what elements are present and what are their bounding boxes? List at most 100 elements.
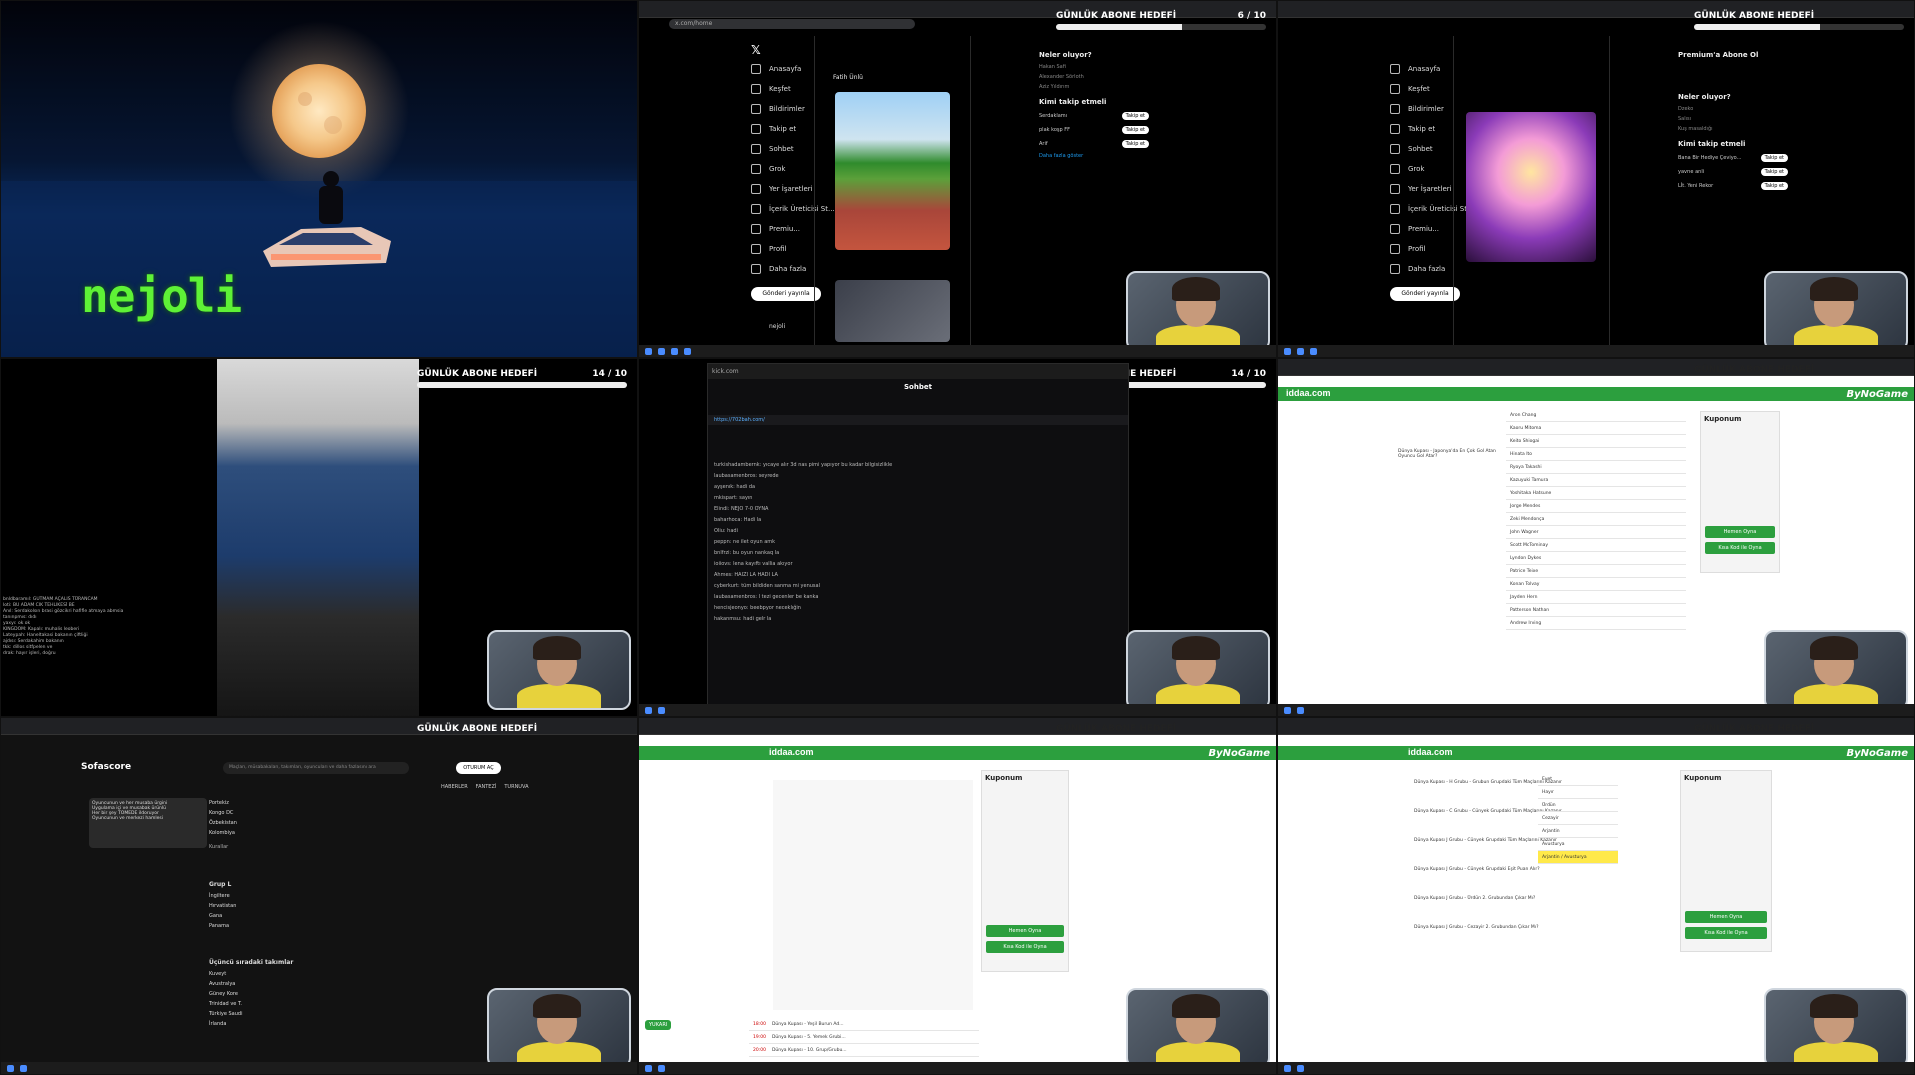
premium-title: Premium'a Abone Ol [1678,51,1759,59]
post-button[interactable]: Gönderi yayınla [751,287,821,301]
sofascore-tabs: HABERLER FANTEZİ TURNUVA [441,784,528,790]
trend-item[interactable]: Salısı [1678,114,1788,124]
chat-icon [1390,144,1400,154]
follow-row: Lİt. Yeni Rekor Takip et [1678,179,1788,193]
iddaa-header [639,746,1276,760]
short-code-button[interactable]: Kısa Kod ile Oyna [1705,542,1775,554]
chat-url[interactable]: kick.com [708,364,1128,379]
trend-item[interactable]: Alexander Sörloth [1039,72,1149,82]
follow-button[interactable]: Takip et [1121,126,1149,134]
sofascore-search[interactable]: Maçları, müsabakaları, takımları, oyuncu… [223,762,409,774]
short-code-button[interactable]: Kısa Kod ile Oyna [986,941,1064,953]
short-code-button[interactable]: Kısa Kod ile Oyna [1685,927,1767,939]
subscriber-goal: GÜNLÜK ABONE HEDEFİ [1056,724,1177,734]
subscriber-goal: GÜNLÜK ABONE HEDEFİ [1694,365,1815,375]
taskbar [639,704,1276,716]
follow-button[interactable]: Takip et [1760,168,1788,176]
match-list: 18:00 Dünya Kupası - Yeşil Burun Ad... 19… [749,1018,979,1057]
tab-tournament[interactable]: TURNUVA [504,784,528,790]
studio-icon [1390,204,1400,214]
coupon-panel: Kuponum Hemen Oyna Kısa Kod ile Oyna [981,770,1069,972]
home-icon [1390,64,1400,74]
subscriber-goal: GÜNLÜK ABONE HEDEFİ 6 / 10 [1056,11,1266,30]
twitter-feed [1453,36,1610,345]
grok-icon [1390,164,1400,174]
coupon-title: Kuponum [1704,415,1742,423]
follow-row: yavrıe anli Takip et [1678,165,1788,179]
login-button[interactable]: OTURUM AÇ [456,762,501,774]
trend-item[interactable]: Hakan Safi [1039,62,1149,72]
subscriber-goal: GÜNLÜK ABONE HEDEFİ [1694,724,1815,734]
browser-url[interactable]: x.com/home [669,19,915,29]
iddaa-logo[interactable]: iddaa.com [1286,388,1331,398]
follow-button[interactable]: Takip et [1760,182,1788,190]
chat-title: Sohbet [904,383,932,391]
bookmark-icon [751,184,761,194]
people-icon [751,124,761,134]
iddaa-header [1278,746,1914,760]
tab-fantasy[interactable]: FANTEZİ [476,784,497,790]
tile-iddaa-list: iddaa.com ByNoGame GÜNLÜK ABONE HEDEFİ 1… [638,717,1277,1075]
sofascore-logo[interactable]: Sofascore [81,762,131,772]
taskbar [1278,1062,1914,1074]
tab-news[interactable]: HABERLER [441,784,468,790]
people-icon [1390,124,1400,134]
webcam-overlay [1126,630,1270,710]
moon [272,64,366,158]
post-image-concert[interactable] [1466,112,1596,262]
bell-icon [1390,104,1400,114]
webcam-overlay [1764,988,1908,1068]
webcam-overlay [1764,271,1908,351]
goal-progress-fill [1056,24,1182,30]
show-more-link[interactable]: Daha fazla göster [1039,151,1149,161]
play-now-button[interactable]: Hemen Oyna [1685,911,1767,923]
post-image-track[interactable] [835,92,950,250]
webcam-overlay [1126,271,1270,351]
home-icon [751,64,761,74]
play-now-button[interactable]: Hemen Oyna [986,925,1064,937]
post-author[interactable]: Fatih Ünlü [815,70,970,81]
goal-label: GÜNLÜK ABONE HEDEFİ [417,369,538,379]
yukari-button[interactable]: YUKARI [645,1020,672,1030]
bell-icon [751,104,761,114]
goal-progress-bar [1056,24,1266,30]
trend-item[interactable]: Aziz Yıldırım [1039,82,1149,92]
x-icon [1390,224,1400,234]
search-icon [751,84,761,94]
play-now-button[interactable]: Hemen Oyna [1705,526,1775,538]
tile-iddaa-groups: iddaa.com ByNoGame GÜNLÜK ABONE HEDEFİ D… [1277,717,1915,1075]
goal-label: GÜNLÜK ABONE HEDEFİ [1056,11,1177,21]
twitter-feed: Fatih Ünlü [814,36,971,345]
post-image-pc[interactable] [835,280,950,342]
twitter-right-column: Premium'a Abone Ol Neler oluyor? Dzeko S… [1678,45,1788,193]
chat-pinned-link[interactable]: https://702bah.com/ [708,415,1128,425]
video-frame[interactable] [217,359,419,716]
x-logo-icon[interactable]: 𝕏 [751,43,761,57]
iddaa-logo[interactable]: iddaa.com [769,747,814,757]
search-icon [1390,84,1400,94]
chat-window: kick.com Sohbet https://702bah.com/ turk… [707,363,1129,710]
follow-row: plak koşp FF Takip et [1039,123,1149,137]
iddaa-match-title: Dünya Kupası - Japonya'da En Çok Gol Ata… [1398,449,1496,459]
post-button[interactable]: Gönderi yayınla [1390,287,1460,301]
trend-item[interactable]: Dzeko [1678,104,1788,114]
taskbar [639,345,1276,357]
profile-nejoli[interactable]: nejoli [769,323,785,330]
coupon-panel: Kuponum Hemen Oyna Kısa Kod ile Oyna [1680,770,1772,952]
taskbar [1278,704,1914,716]
webcam-overlay [487,630,631,710]
x-icon [751,224,761,234]
byno-watermark: ByNoGame [1846,389,1908,400]
tile-twitter-concert: GÜNLÜK ABONE HEDEFİ Anasayfa Keşfet Bild… [1277,0,1915,358]
trend-item[interactable]: Kuş masaldığı [1678,124,1788,134]
follow-button[interactable]: Takip et [1121,140,1149,148]
who-to-follow-title: Kimi takip etmeli [1039,98,1107,106]
follow-button[interactable]: Takip et [1121,112,1149,120]
goal-progress-bar [417,382,627,388]
follow-button[interactable]: Takip et [1760,154,1788,162]
left-chat: bnldbaramıl: GUTMAM AÇALIS TÜRANCAM loti:… [3,597,124,656]
more-icon [751,264,761,274]
iddaa-logo[interactable]: iddaa.com [1408,747,1453,757]
studio-icon [751,204,761,214]
subscriber-goal: GÜNLÜK ABONE HEDEFİ [417,724,538,734]
